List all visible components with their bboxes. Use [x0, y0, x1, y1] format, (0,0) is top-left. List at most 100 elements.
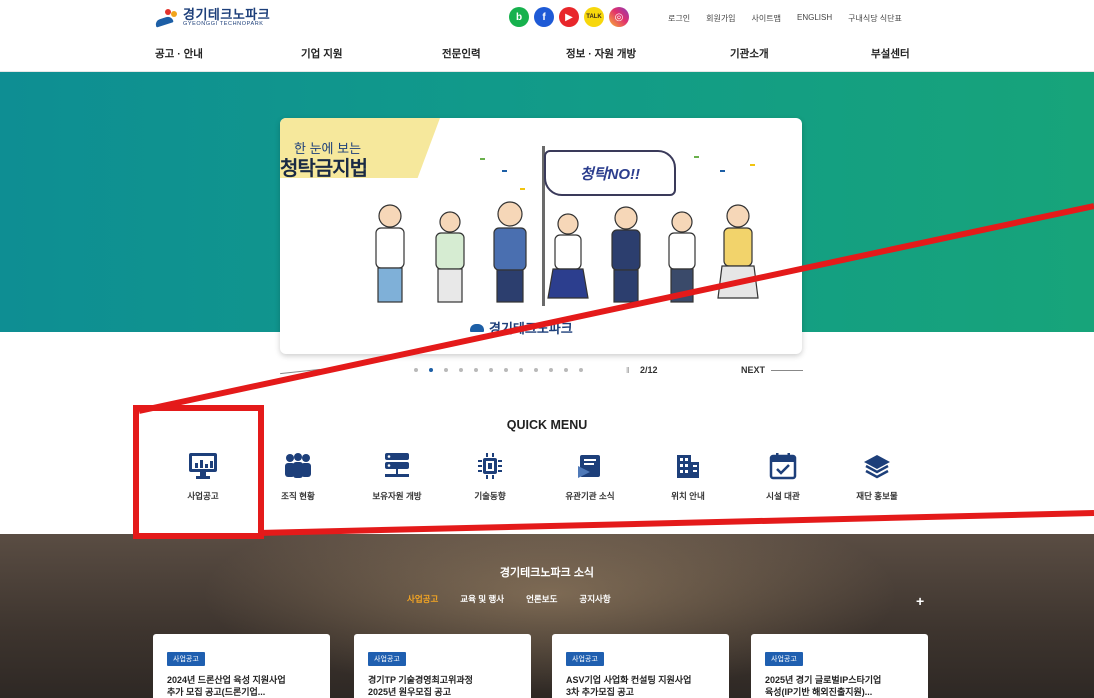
quick-menu-item-related-news[interactable]: 유관기관 소식 — [545, 452, 635, 502]
quick-menu-label: 조직 현황 — [281, 491, 315, 501]
instagram-icon[interactable]: ◎ — [609, 7, 629, 27]
slide-title: 청탁금지법 — [280, 158, 368, 180]
pause-button[interactable]: II — [626, 366, 630, 375]
chip-icon — [478, 453, 502, 479]
english-link[interactable]: ENGLISH — [797, 13, 832, 24]
news-card-title-line: 추가 모집 공고(드론기업... — [167, 687, 266, 697]
person — [375, 204, 405, 303]
slide-dot[interactable] — [579, 368, 583, 372]
quick-menu-title: QUICK MENU — [506, 418, 588, 432]
tab-education-events[interactable]: 교육 및 행사 — [460, 593, 504, 605]
slide-page-number: 2/12 — [640, 365, 658, 375]
logo-text-en: GYEONGGI TECHNOPARK — [183, 21, 264, 27]
slide-dot[interactable] — [459, 368, 463, 372]
nav-item-about[interactable]: 기관소개 — [730, 46, 769, 61]
slide-dot[interactable] — [519, 368, 523, 372]
news-badge: 사업공고 — [368, 652, 406, 666]
cafeteria-menu-link[interactable]: 구내식당 식단표 — [848, 13, 902, 24]
slide-flag: 청탁NO!! — [544, 150, 676, 196]
person — [717, 204, 759, 299]
news-card[interactable]: 사업공고 2024년 드론산업 육성 지원사업 추가 모집 공고(드론기업... — [153, 634, 330, 698]
logo-text-kr: 경기테크노파크 — [183, 7, 271, 22]
quick-menu-label: 보유자원 개방 — [372, 491, 422, 501]
news-card-title: 2024년 드론산업 육성 지원사업 추가 모집 공고(드론기업... — [167, 674, 316, 698]
person — [611, 206, 641, 303]
news-card-title-line: 3차 추가모집 공고 — [566, 687, 634, 697]
document-send-icon — [578, 455, 600, 478]
more-news-button[interactable]: + — [916, 593, 924, 609]
news-card-title-line: 경기TP 기술경영최고위과정 — [368, 675, 473, 685]
login-link[interactable]: 로그인 — [668, 13, 690, 24]
nav-item-business-support[interactable]: 기업 지원 — [301, 46, 343, 61]
quick-menu-label: 유관기관 소식 — [565, 491, 615, 501]
quick-menu-label: 사업공고 — [187, 491, 219, 501]
slide-logo-mark-icon — [470, 323, 484, 332]
sitemap-link[interactable]: 사이트맵 — [752, 13, 781, 24]
quick-menu-item-facility-rental[interactable]: 시설 대관 — [738, 452, 828, 502]
slide-dot-active[interactable] — [429, 368, 433, 372]
tab-notices[interactable]: 공지사항 — [579, 593, 610, 605]
news-card-title-line: ASV기업 사업화 컨설팅 지원사업 — [566, 675, 692, 685]
person — [547, 213, 589, 299]
news-card-title-line: 2024년 드론산업 육성 지원사업 — [167, 675, 286, 685]
facebook-icon[interactable]: f — [534, 7, 554, 27]
slide-dot[interactable] — [474, 368, 478, 372]
confetti — [502, 170, 507, 172]
slide-dot[interactable] — [549, 368, 553, 372]
blog-icon[interactable]: b — [509, 7, 529, 27]
slide-dot[interactable] — [534, 368, 538, 372]
tab-press[interactable]: 언론보도 — [526, 593, 557, 605]
news-card[interactable]: 사업공고 ASV기업 사업화 컨설팅 지원사업 3차 추가모집 공고 — [552, 634, 729, 698]
next-button[interactable]: NEXT — [741, 365, 804, 375]
youtube-icon[interactable]: ▶ — [559, 7, 579, 27]
slide-dot[interactable] — [489, 368, 493, 372]
news-card[interactable]: 사업공고 경기TP 기술경영최고위과정 2025년 원우모집 공고 — [354, 634, 531, 698]
nav-item-centers[interactable]: 부설센터 — [871, 46, 910, 61]
signup-link[interactable]: 회원가입 — [706, 13, 735, 24]
building-icon — [677, 455, 699, 478]
slide-logo: 경기테크노파크 — [470, 318, 573, 337]
nav-item-experts[interactable]: 전문인력 — [442, 46, 481, 61]
news-card-title-line: 육성(IP기반 해외진출지원)... — [765, 687, 873, 697]
news-badge: 사업공고 — [566, 652, 604, 666]
people-group-icon — [285, 453, 311, 478]
site-header: 경기테크노파크 GYEONGGI TECHNOPARK b f ▶ TALK ◎… — [0, 0, 1094, 72]
logo-mark-icon — [154, 8, 177, 28]
utility-nav: 로그인 회원가입 사이트맵 ENGLISH 구내식당 식단표 — [668, 13, 902, 24]
quick-menu-label: 재단 홍보물 — [856, 491, 898, 501]
confetti — [694, 156, 699, 158]
quick-menu-item-tech-trends[interactable]: 기술동향 — [445, 452, 535, 502]
people-illustration — [375, 201, 759, 303]
confetti — [750, 164, 755, 166]
tab-business-notice[interactable]: 사업공고 — [407, 593, 438, 605]
confetti — [720, 170, 725, 172]
site-logo[interactable]: 경기테크노파크 GYEONGGI TECHNOPARK — [154, 7, 271, 28]
slide-dot[interactable] — [564, 368, 568, 372]
main-nav: 공고 · 안내 기업 지원 전문인력 정보 · 자원 개방 기관소개 부설센터 — [0, 46, 1094, 64]
quick-menu-label: 기술동향 — [474, 491, 506, 501]
news-card-title-line: 2025년 원우모집 공고 — [368, 687, 451, 697]
news-card-title: ASV기업 사업화 컨설팅 지원사업 3차 추가모집 공고 — [566, 674, 715, 698]
kakao-icon[interactable]: TALK — [584, 7, 604, 27]
quick-menu-item-organization[interactable]: 조직 현황 — [253, 452, 343, 502]
news-section: 경기테크노파크 소식 사업공고 교육 및 행사 언론보도 공지사항 + 사업공고… — [0, 534, 1094, 698]
quick-menu-item-resources[interactable]: 보유자원 개방 — [352, 452, 442, 502]
slide-dot[interactable] — [414, 368, 418, 372]
layers-icon — [864, 455, 890, 479]
person — [668, 211, 696, 303]
nav-item-resources[interactable]: 정보 · 자원 개방 — [566, 46, 636, 61]
slide-dot[interactable] — [504, 368, 508, 372]
quick-menu-item-promotion[interactable]: 재단 홍보물 — [832, 452, 922, 502]
server-icon — [385, 453, 409, 477]
nav-item-notice[interactable]: 공고 · 안내 — [155, 46, 203, 61]
news-card-title: 경기TP 기술경영최고위과정 2025년 원우모집 공고 — [368, 674, 517, 698]
social-links: b f ▶ TALK ◎ — [509, 7, 629, 27]
confetti — [520, 188, 525, 190]
slide-dot[interactable] — [444, 368, 448, 372]
prev-button[interactable] — [280, 368, 320, 375]
calendar-check-icon — [769, 453, 797, 480]
quick-menu-item-location[interactable]: 위치 안내 — [643, 452, 733, 502]
news-card[interactable]: 사업공고 2025년 경기 글로벌IP스타기업 육성(IP기반 해외진출지원).… — [751, 634, 928, 698]
hero-slide[interactable]: 한 눈에 보는 청탁금지법 청탁NO!! 경기테크노파크 — [280, 118, 802, 354]
quick-menu-item-business-notice[interactable]: 사업공고 — [158, 452, 248, 502]
